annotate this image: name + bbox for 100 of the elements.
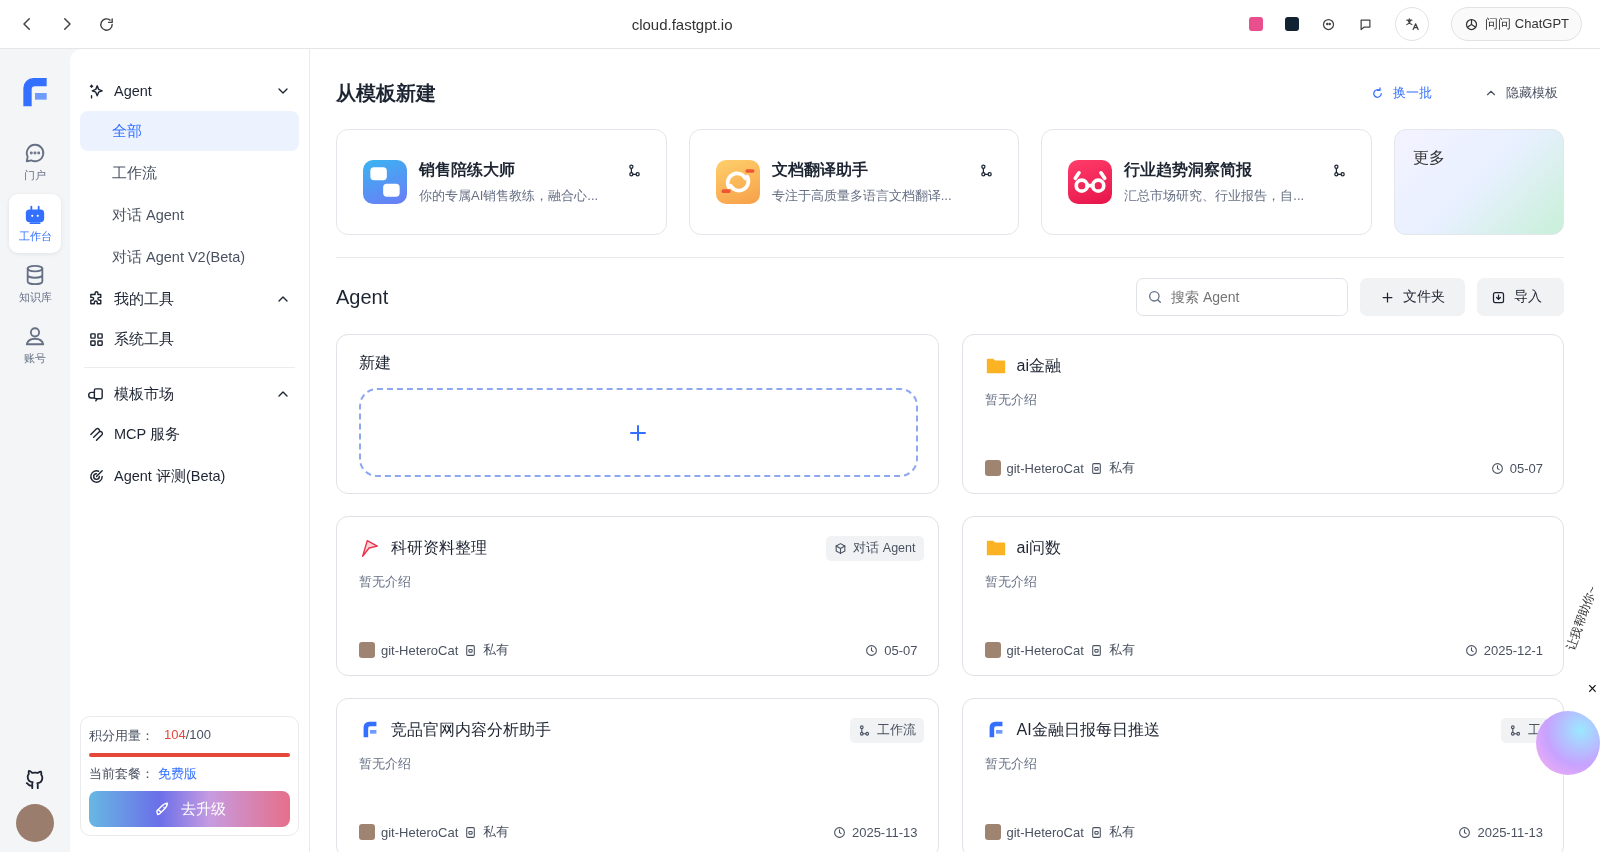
workflow-icon	[626, 162, 642, 178]
owner-name: git-HeteroCat	[1006, 824, 1084, 840]
extension-icon[interactable]	[1321, 16, 1337, 32]
agent-description: 暂无介绍	[984, 391, 1038, 409]
sidebar-item[interactable]: 全部	[80, 111, 299, 151]
owner-avatar	[359, 642, 375, 658]
agent-description: 暂无介绍	[984, 573, 1038, 591]
workflow-icon	[857, 723, 871, 737]
import-button[interactable]: 导入	[1477, 278, 1564, 316]
clock-icon	[1458, 825, 1472, 839]
import-icon	[1491, 289, 1506, 305]
sidebar-item[interactable]: 系统工具	[80, 319, 299, 359]
section-title: 从模板新建	[336, 80, 437, 106]
folder-card[interactable]: ai金融 暂无介绍 git-HeteroCat 私有 05-07	[961, 334, 1564, 494]
search-field[interactable]: 搜索 Agent	[1136, 278, 1348, 316]
lock-icon	[1089, 825, 1103, 839]
ask-chatgpt-button[interactable]: 问问 ChatGPT	[1451, 7, 1582, 41]
template-description: 专注于高质量多语言文档翻译...	[771, 186, 953, 205]
agent-name: ai金融	[1016, 355, 1062, 376]
agent-name: 科研资料整理	[391, 537, 488, 558]
sidebar-item[interactable]: 对话 Agent	[80, 195, 299, 235]
sidebar-item[interactable]: 对话 Agent V2(Beta)	[80, 237, 299, 277]
section-title: 模板市场	[114, 384, 175, 404]
usage-label: 积分用量：	[89, 727, 154, 745]
reload-icon[interactable]	[98, 15, 115, 33]
new-folder-button[interactable]: 文件夹	[1360, 278, 1465, 316]
agent-description: 暂无介绍	[359, 573, 412, 591]
agent-card[interactable]: 科研资料整理 对话 Agent 暂无介绍 git-HeteroCat 私有 05-07	[336, 516, 939, 676]
translate-icon	[1404, 16, 1420, 32]
plan-label: 当前套餐：	[89, 765, 154, 783]
template-name: 文档翻译助手	[771, 159, 868, 180]
database-icon	[24, 264, 46, 286]
visibility-label: 私有	[1108, 641, 1135, 659]
nav-item[interactable]: 门户	[9, 133, 61, 192]
address-bar[interactable]: cloud.fastgpt.io	[137, 15, 1228, 33]
robot-icon	[24, 203, 46, 225]
nav-item[interactable]: 知识库	[9, 255, 61, 314]
nav-item[interactable]: 账号	[9, 316, 61, 375]
assistant-greeting: 让我帮助你~	[1563, 584, 1600, 652]
visibility-label: 私有	[1108, 459, 1135, 477]
glasses-icon	[1068, 160, 1113, 204]
agent-description: 暂无介绍	[984, 755, 1038, 773]
template-card[interactable]: 销售陪练大师 你的专属AI销售教练，融合心...	[336, 129, 667, 235]
sidebar-item[interactable]: MCP 服务	[80, 414, 299, 454]
sidebar-item[interactable]: 工作流	[80, 153, 299, 193]
search-icon	[1147, 289, 1163, 305]
cube-icon	[834, 541, 848, 555]
owner-name: git-HeteroCat	[381, 642, 459, 658]
user-icon	[24, 325, 46, 347]
clock-icon	[1464, 643, 1478, 657]
section-title: Agent	[114, 83, 153, 99]
chat-icon[interactable]	[1358, 16, 1374, 32]
workflow-icon	[1509, 723, 1522, 737]
plan-link[interactable]: 免费版	[158, 765, 197, 783]
clock-icon	[865, 643, 879, 657]
lock-icon	[464, 643, 478, 657]
github-icon[interactable]	[24, 768, 46, 790]
grid-icon	[88, 330, 105, 348]
section-title: Agent	[336, 285, 390, 309]
agent-name: AI金融日报每日推送	[1016, 719, 1161, 740]
sparkle-icon	[88, 82, 105, 100]
template-description: 你的专属AI销售教练，融合心...	[419, 186, 600, 205]
usage-value: 104/100	[164, 727, 211, 744]
template-name: 销售陪练大师	[419, 159, 515, 180]
updated-date: 2025-12-1	[1483, 642, 1543, 658]
owner-name: git-HeteroCat	[1006, 642, 1084, 658]
refresh-icon	[1370, 85, 1385, 101]
folder-card[interactable]: ai问数 暂无介绍 git-HeteroCat 私有 2025-12-1	[961, 516, 1564, 676]
agent-name: 竞品官网内容分析助手	[391, 719, 552, 740]
lock-icon	[1089, 643, 1103, 657]
plus-icon	[1380, 289, 1395, 305]
chat-bubbles-icon	[363, 160, 407, 204]
lock-icon	[464, 825, 478, 839]
visibility-label: 私有	[483, 641, 510, 659]
refresh-button[interactable]: 换一批	[1364, 83, 1438, 103]
owner-avatar	[984, 460, 1001, 476]
workflow-icon	[979, 162, 995, 178]
chat-icon	[24, 142, 46, 164]
sidebar-item[interactable]: Agent 评测(Beta)	[80, 456, 299, 496]
owner-avatar	[984, 824, 1001, 840]
terminal-icon[interactable]	[1285, 17, 1300, 31]
nav-item[interactable]: 工作台	[9, 194, 61, 253]
workflow-icon	[1332, 162, 1347, 178]
more-templates-card[interactable]: 更多	[1394, 129, 1564, 235]
template-name: 行业趋势洞察简报	[1124, 159, 1253, 180]
visibility-label: 私有	[1108, 823, 1135, 841]
template-card[interactable]: 文档翻译助手 专注于高质量多语言文档翻译...	[688, 129, 1020, 235]
template-card[interactable]: 行业趋势洞察简报 汇总市场研究、行业报告，自...	[1041, 129, 1372, 235]
user-avatar[interactable]	[16, 804, 54, 842]
updated-date: 2025-11-13	[1477, 824, 1543, 840]
hide-templates-button[interactable]: 隐藏模板	[1478, 83, 1564, 103]
clock-icon	[832, 825, 846, 839]
template-market-icon	[88, 385, 105, 403]
owner-avatar	[984, 642, 1001, 658]
owner-avatar	[359, 824, 375, 840]
updated-date: 05-07	[884, 642, 918, 658]
visibility-label: 私有	[483, 823, 510, 841]
close-button[interactable]: ×	[1587, 680, 1597, 698]
owner-name: git-HeteroCat	[1006, 460, 1084, 476]
updated-date: 05-07	[1509, 460, 1543, 476]
